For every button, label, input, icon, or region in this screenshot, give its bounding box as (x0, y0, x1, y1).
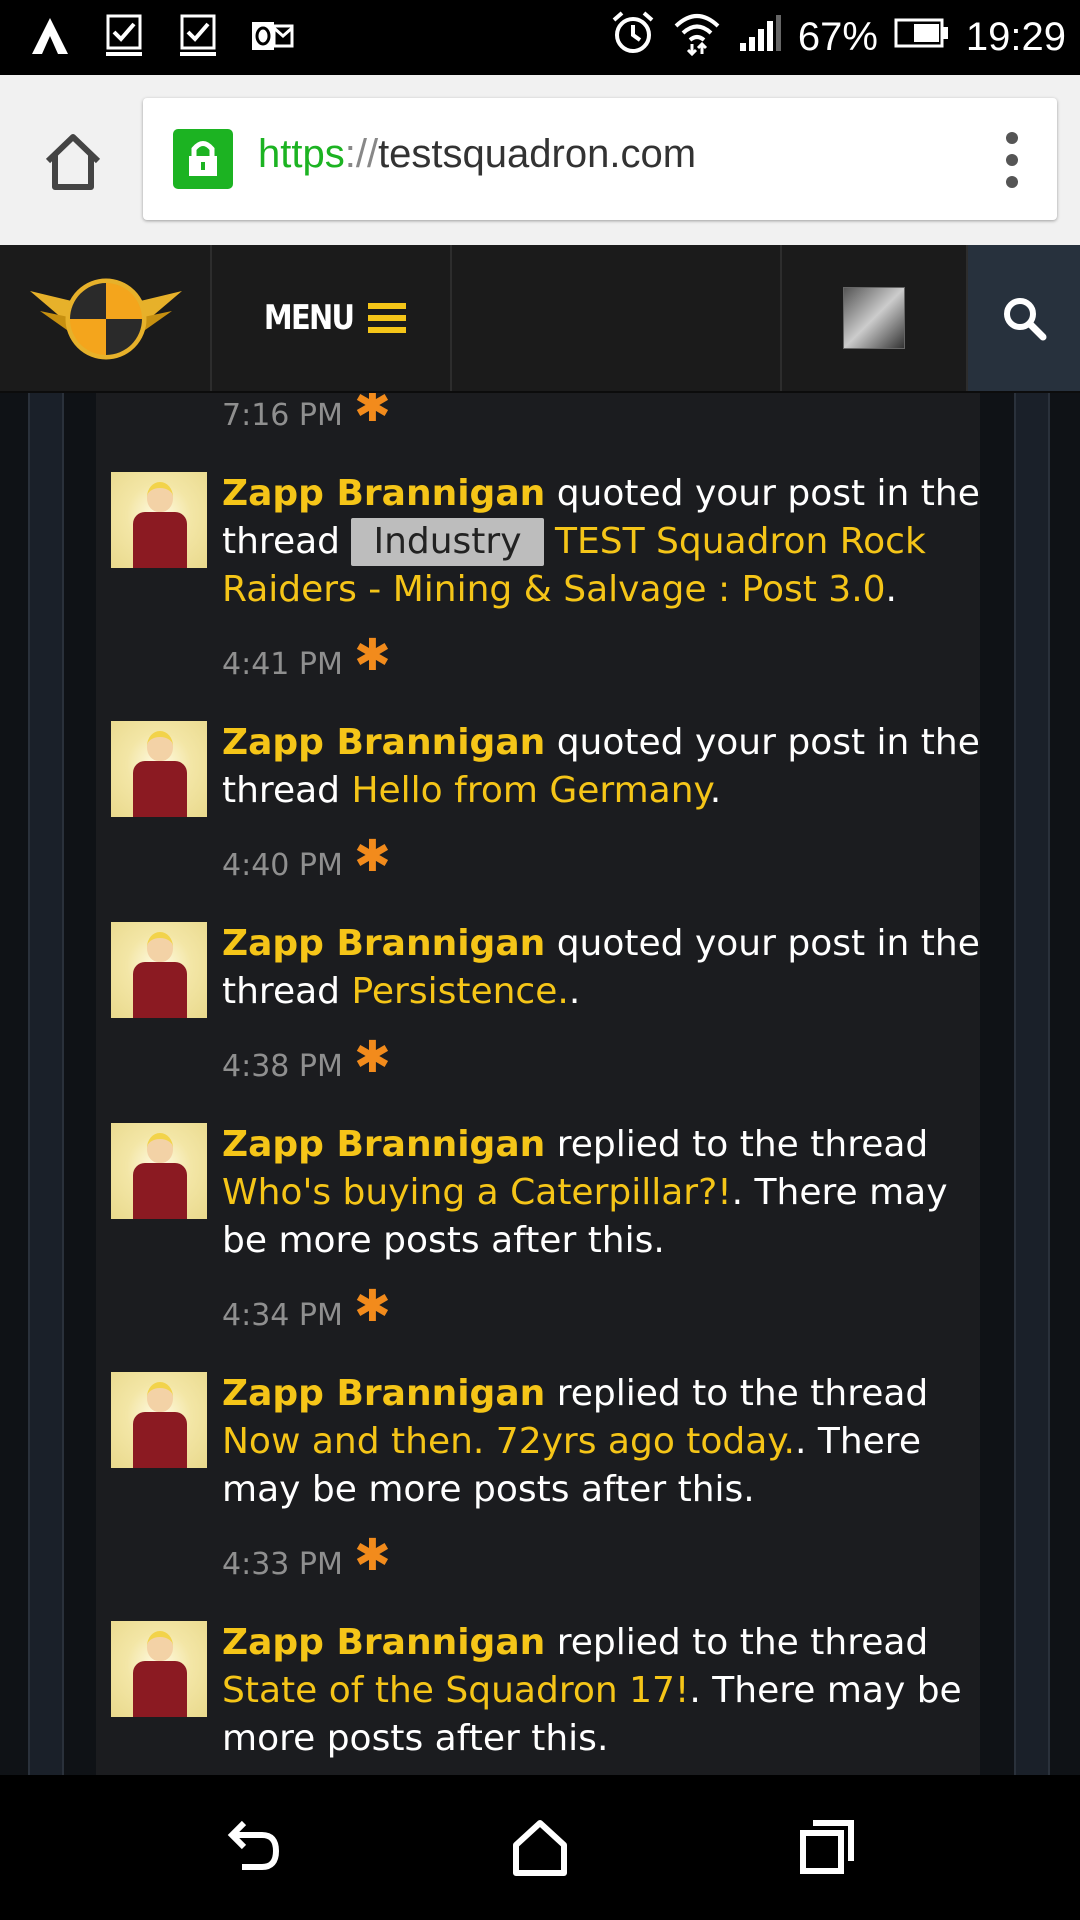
address-bar[interactable]: https://testsquadron.com (143, 98, 1057, 220)
avatar[interactable] (111, 721, 207, 817)
alert-time: 7:16 PM (222, 398, 343, 433)
thread-link[interactable]: State of the Squadron 17! (222, 1670, 689, 1711)
ssl-lock-icon (173, 129, 233, 189)
alert-user-link[interactable]: Zapp Brannigan (222, 1373, 545, 1414)
alert-user-link[interactable]: Zapp Brannigan (222, 473, 545, 514)
alert-time: 4:34 PM (222, 1298, 343, 1333)
alert-text: Zapp Brannigan replied to the thread Who… (222, 1124, 948, 1261)
avatar[interactable] (111, 1372, 207, 1468)
header-spacer (452, 245, 782, 391)
site-header: MENU (0, 245, 1080, 393)
system-nav-bar (0, 1775, 1080, 1920)
home-icon[interactable] (508, 1815, 572, 1879)
thread-prefix-badge: Industry (351, 518, 544, 566)
thread-link[interactable]: Persistence. (351, 971, 568, 1012)
thread-link[interactable]: Who's buying a Caterpillar?! (222, 1172, 732, 1213)
avatar[interactable] (111, 1123, 207, 1219)
search-icon (1004, 298, 1047, 341)
alert-time: 4:38 PM (222, 1049, 343, 1084)
battery-percent: 67% (797, 15, 878, 59)
checklist-icon (102, 14, 146, 58)
avatar[interactable] (111, 472, 207, 568)
alarm-icon (610, 10, 656, 66)
thread-link[interactable]: Hello from Germany (351, 770, 709, 811)
back-icon[interactable] (222, 1815, 286, 1879)
outlook-icon (250, 14, 294, 58)
site-logo[interactable] (0, 245, 212, 391)
status-bar: 67% 19:29 (0, 0, 1080, 75)
unread-star-icon: ✱ (354, 831, 391, 882)
menu-label: MENU (264, 298, 355, 338)
alert-text: Zapp Brannigan quoted your post in the t… (222, 473, 980, 610)
user-account-button[interactable] (782, 245, 968, 391)
alert-text: Zapp Brannigan replied to the thread Sta… (222, 1622, 962, 1759)
browser-home-icon[interactable] (38, 127, 108, 197)
search-button[interactable] (968, 245, 1080, 391)
right-rail (1014, 393, 1050, 1775)
thread-link[interactable]: Now and then. 72yrs ago today. (222, 1421, 795, 1462)
alert-time: 4:33 PM (222, 1547, 343, 1582)
menu-button[interactable]: MENU (212, 245, 452, 391)
unread-star-icon: ✱ (354, 630, 391, 681)
recents-icon[interactable] (795, 1815, 859, 1879)
overflow-menu-icon[interactable] (1005, 132, 1019, 188)
unread-star-icon: ✱ (354, 1530, 391, 1581)
hamburger-icon (367, 303, 406, 333)
url-host: testsquadron.com (378, 132, 697, 176)
alert-text: Zapp Brannigan replied to the thread Now… (222, 1373, 929, 1510)
browser-toolbar: https://testsquadron.com (0, 75, 1080, 245)
app-a-icon (28, 14, 72, 58)
unread-star-icon: ✱ (354, 1032, 391, 1083)
left-rail (28, 393, 64, 1775)
url-separator: :// (344, 132, 379, 176)
avatar[interactable] (111, 1621, 207, 1717)
avatar[interactable] (111, 922, 207, 1018)
unread-star-icon: ✱ (354, 1281, 391, 1332)
unread-star-icon: ✱ (354, 393, 391, 432)
alert-text: Zapp Brannigan quoted your post in the t… (222, 722, 980, 811)
alert-user-link[interactable]: Zapp Brannigan (222, 722, 545, 763)
alerts-list: 7:16 PM ✱ Zapp Brannigan quoted your pos… (0, 393, 1080, 1775)
url-text: https://testsquadron.com (258, 132, 696, 177)
alert-time: 4:40 PM (222, 848, 343, 883)
clock: 19:29 (965, 15, 1066, 59)
url-scheme: https (258, 132, 345, 176)
alert-time: 4:41 PM (222, 647, 343, 682)
battery-icon (894, 15, 950, 60)
wifi-icon (672, 10, 722, 66)
checklist-icon (176, 14, 220, 58)
alert-user-link[interactable]: Zapp Brannigan (222, 923, 545, 964)
alert-text: Zapp Brannigan quoted your post in the t… (222, 923, 980, 1012)
alert-user-link[interactable]: Zapp Brannigan (222, 1124, 545, 1165)
signal-icon (738, 13, 782, 63)
alert-user-link[interactable]: Zapp Brannigan (222, 1622, 545, 1663)
user-avatar (843, 287, 905, 349)
